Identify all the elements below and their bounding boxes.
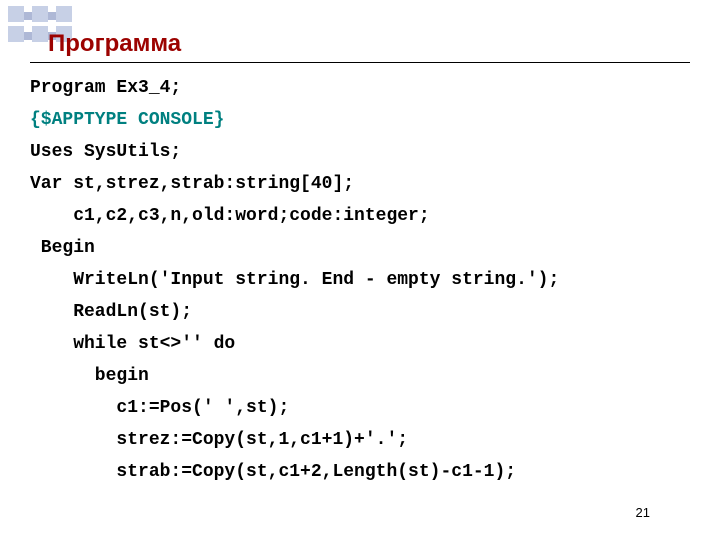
code-line: Uses SysUtils; (30, 142, 181, 162)
code-block: Program Ex3_4; {$APPTYPE CONSOLE} Uses S… (30, 72, 690, 488)
code-line: Begin (30, 238, 95, 258)
code-line: c1,c2,c3,n,old:word;code:integer; (30, 206, 430, 226)
code-line: Program Ex3_4; (30, 78, 181, 98)
code-line: strez:=Copy(st,1,c1+1)+'.'; (30, 430, 408, 450)
code-line: WriteLn('Input string. End - empty strin… (30, 270, 559, 290)
code-line: strab:=Copy(st,c1+2,Length(st)-c1-1); (30, 462, 516, 482)
code-line: ReadLn(st); (30, 302, 192, 322)
slide-title: Программа (48, 30, 181, 58)
page-number: 21 (636, 505, 650, 520)
code-line: begin (30, 366, 149, 386)
slide: Программа Program Ex3_4; {$APPTYPE CONSO… (0, 0, 720, 540)
code-line-comment: {$APPTYPE CONSOLE} (30, 110, 224, 130)
code-line: c1:=Pos(' ',st); (30, 398, 289, 418)
code-line: while st<>'' do (30, 334, 235, 354)
code-line: Var st,strez,strab:string[40]; (30, 174, 354, 194)
title-rule (30, 62, 690, 63)
